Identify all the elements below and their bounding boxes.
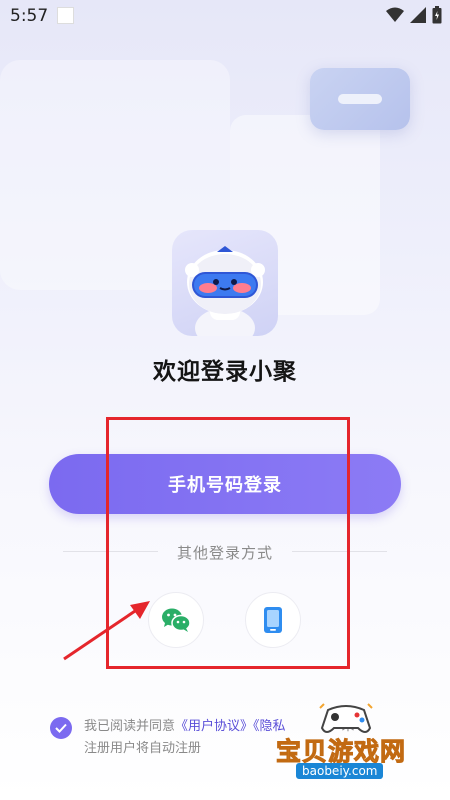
chat-bubble-decoration	[310, 68, 410, 130]
annotation-arrow	[63, 601, 150, 661]
battery-icon	[432, 6, 442, 24]
agree-checkbox[interactable]	[50, 717, 72, 739]
status-bar: 5:57	[0, 0, 450, 32]
user-agreement-link[interactable]: 《用户协议》	[175, 719, 253, 734]
wifi-icon	[386, 7, 404, 22]
agreement-line2: 注册用户将自动注册	[84, 741, 202, 756]
notification-icon	[57, 7, 74, 24]
status-icons	[386, 6, 442, 24]
watermark-url: baobeiy.com	[296, 763, 384, 779]
gamepad-icon	[319, 703, 373, 733]
agreement-prefix: 我已阅读并同意	[84, 719, 176, 734]
check-icon	[55, 723, 67, 733]
signal-icon	[410, 7, 426, 23]
page-title: 欢迎登录小聚	[153, 359, 297, 385]
app-logo	[172, 230, 278, 336]
robot-mascot-icon	[185, 246, 265, 336]
status-time: 5:57	[10, 6, 49, 26]
watermark: 宝贝游戏网 baobeiy.com	[274, 702, 434, 792]
